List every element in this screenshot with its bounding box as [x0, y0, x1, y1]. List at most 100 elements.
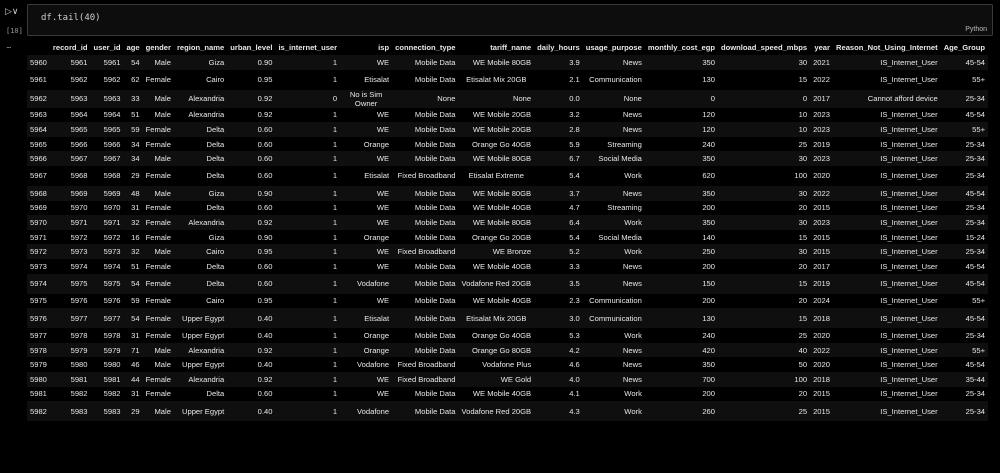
- table-cell: 10: [798, 124, 808, 134]
- table-cell: Male: [154, 110, 171, 120]
- table-cell: 25-34: [965, 94, 986, 104]
- column-header: [27, 40, 50, 55]
- table-cell: 5979: [70, 345, 88, 355]
- table-cell: 45-54: [965, 360, 986, 370]
- table-cell: IS_Internet_User: [880, 345, 938, 355]
- table-cell: 0.90: [257, 232, 273, 242]
- table-cell: 2015: [813, 203, 830, 213]
- table-cell: IS_Internet_User: [880, 110, 938, 120]
- table-cell: News: [622, 360, 642, 370]
- table-cell: Mobile Data: [414, 345, 456, 355]
- table-cell: Delta: [206, 279, 225, 289]
- table-cell: 1: [332, 124, 338, 134]
- table-cell: 35-44: [965, 374, 986, 384]
- table-cell: 130: [702, 75, 715, 85]
- table-cell: Male: [154, 345, 171, 355]
- output-menu-icon[interactable]: ...: [6, 40, 11, 50]
- table-cell: 45-54: [965, 313, 986, 323]
- table-cell: 5971: [103, 217, 121, 227]
- table-cell: 5973: [103, 247, 121, 257]
- table-cell: 0.92: [257, 94, 273, 104]
- table-cell: Female: [145, 296, 171, 306]
- table-cell: 55+: [972, 296, 986, 306]
- row-index: 5974: [30, 279, 47, 289]
- table-cell: 5964: [70, 110, 88, 120]
- table-cell: 2015: [813, 232, 830, 242]
- column-header: user_id: [93, 43, 121, 52]
- table-cell: 4.1: [569, 389, 580, 399]
- table-cell: 25: [798, 330, 808, 340]
- table-cell: Vodafone Red 20GB: [461, 406, 532, 416]
- table-cell: Etisalat Mix 20GB: [466, 313, 527, 323]
- table-cell: 1: [332, 75, 338, 85]
- table-cell: 25-34: [965, 247, 986, 257]
- row-index: 5981: [30, 389, 47, 399]
- table-cell: 5970: [70, 203, 88, 213]
- table-cell: Female: [145, 374, 171, 384]
- table-cell: Male: [154, 360, 171, 370]
- table-cell: IS_Internet_User: [880, 330, 938, 340]
- table-cell: Mobile Data: [414, 75, 456, 85]
- table-cell: Upper Egypt: [182, 330, 225, 340]
- column-header: is_internet_user: [278, 43, 338, 52]
- table-cell: IS_Internet_User: [880, 232, 938, 242]
- table-cell: Orange Go 80GB: [472, 345, 532, 355]
- table-cell: 2020: [813, 360, 830, 370]
- table-row: 5963 5964 5964 51 Male Alexandria 0.92 1 WE Mobil…: [27, 108, 988, 123]
- table-cell: IS_Internet_User: [880, 313, 938, 323]
- table-cell: 30: [798, 57, 808, 67]
- table-cell: 2023: [813, 110, 830, 120]
- table-cell: 5969: [70, 188, 88, 198]
- table-cell: Female: [145, 389, 171, 399]
- table-cell: 29: [131, 406, 140, 416]
- table-cell: 44: [131, 374, 140, 384]
- table-cell: 700: [702, 374, 715, 384]
- table-cell: 5966: [70, 139, 88, 149]
- table-cell: 0.40: [257, 406, 273, 416]
- row-index: 5973: [30, 261, 47, 271]
- table-cell: 0: [710, 94, 715, 104]
- table-cell: 5982: [70, 389, 88, 399]
- table-cell: 5973: [70, 247, 88, 257]
- table-row: 5974 5975 5975 54 Female Delta 0.60 1 Vodafone Mo…: [27, 273, 989, 294]
- table-cell: Female: [145, 279, 171, 289]
- table-cell: 5963: [103, 94, 121, 104]
- table-cell: 5963: [70, 94, 88, 104]
- table-cell: Communication: [589, 313, 642, 323]
- table-cell: Etisalat: [364, 313, 390, 323]
- table-row: 5965 5966 5966 34 Female Delta 0.60 1 Orange Mobi…: [27, 137, 988, 152]
- table-cell: None: [623, 94, 642, 104]
- table-cell: 15: [798, 279, 808, 289]
- execution-count: [10]: [6, 27, 23, 35]
- table-row: 5962 5963 5963 33 Male Alexandria 0.92 0 No is S…: [27, 89, 989, 108]
- table-cell: Delta: [206, 154, 225, 164]
- table-cell: Cairo: [206, 247, 225, 257]
- table-cell: 48: [131, 188, 140, 198]
- column-header: Reason_Not_Using_Internet: [835, 43, 938, 52]
- table-cell: 5971: [70, 217, 88, 227]
- code-editor[interactable]: df.tail(40) Python: [27, 4, 993, 36]
- language-label[interactable]: Python: [965, 26, 987, 33]
- run-cell-button[interactable]: ▷∨: [5, 6, 19, 17]
- table-cell: WE: [376, 217, 390, 227]
- table-cell: WE: [376, 203, 390, 213]
- table-cell: 5970: [103, 203, 121, 213]
- column-header: isp: [378, 43, 390, 52]
- table-cell: Mobile Data: [414, 296, 456, 306]
- table-cell: 200: [702, 296, 715, 306]
- table-cell: 200: [702, 203, 715, 213]
- table-cell: WE Mobile 80GB: [472, 217, 532, 227]
- table-cell: 5983: [103, 406, 121, 416]
- table-cell: 5976: [70, 296, 88, 306]
- table-cell: Etisalat Extreme: [468, 171, 524, 181]
- table-cell: Delta: [206, 124, 225, 134]
- table-cell: Social Media: [598, 154, 642, 164]
- table-cell: 5981: [70, 374, 88, 384]
- table-row: 5976 5977 5977 54 Female Upper Egypt 0.40 1 Etis…: [27, 308, 989, 329]
- table-cell: 6.4: [569, 217, 580, 227]
- table-cell: 3.2: [569, 110, 580, 120]
- column-header: age: [126, 43, 140, 52]
- table-row: 5972 5973 5973 32 Male Cairo 0.95 1 WE Fixed Broa…: [27, 244, 989, 259]
- table-cell: Female: [145, 261, 171, 271]
- code-text[interactable]: df.tail(40): [41, 13, 101, 23]
